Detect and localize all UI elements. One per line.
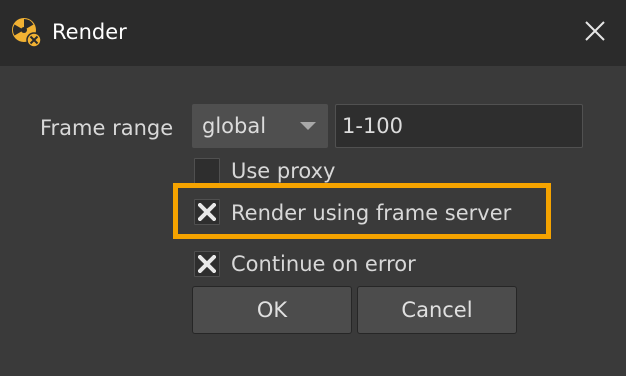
chevron-down-icon	[300, 122, 316, 130]
render-dialog: Render Frame range global Use proxy Rend…	[0, 0, 626, 376]
render-using-frame-server-label: Render using frame server	[231, 201, 512, 225]
cancel-button[interactable]: Cancel	[357, 286, 517, 334]
render-using-frame-server-checkbox[interactable]	[194, 199, 220, 225]
continue-on-error-label: Continue on error	[231, 252, 416, 276]
continue-on-error-checkbox[interactable]	[194, 251, 220, 277]
checkmark-x-icon	[198, 203, 216, 221]
use-proxy-checkbox[interactable]	[194, 158, 220, 184]
frame-range-input[interactable]	[335, 104, 583, 148]
use-proxy-label: Use proxy	[231, 159, 336, 183]
close-icon	[585, 21, 605, 41]
ok-button[interactable]: OK	[192, 286, 352, 334]
checkmark-x-icon	[198, 255, 216, 273]
close-button[interactable]	[580, 16, 610, 46]
frame-range-mode-value: global	[202, 114, 267, 138]
window-title: Render	[52, 20, 127, 44]
frame-range-mode-dropdown[interactable]: global	[192, 104, 328, 148]
title-bar: Render	[0, 0, 626, 66]
nuke-app-icon	[10, 16, 42, 48]
frame-range-label: Frame range	[40, 116, 174, 140]
